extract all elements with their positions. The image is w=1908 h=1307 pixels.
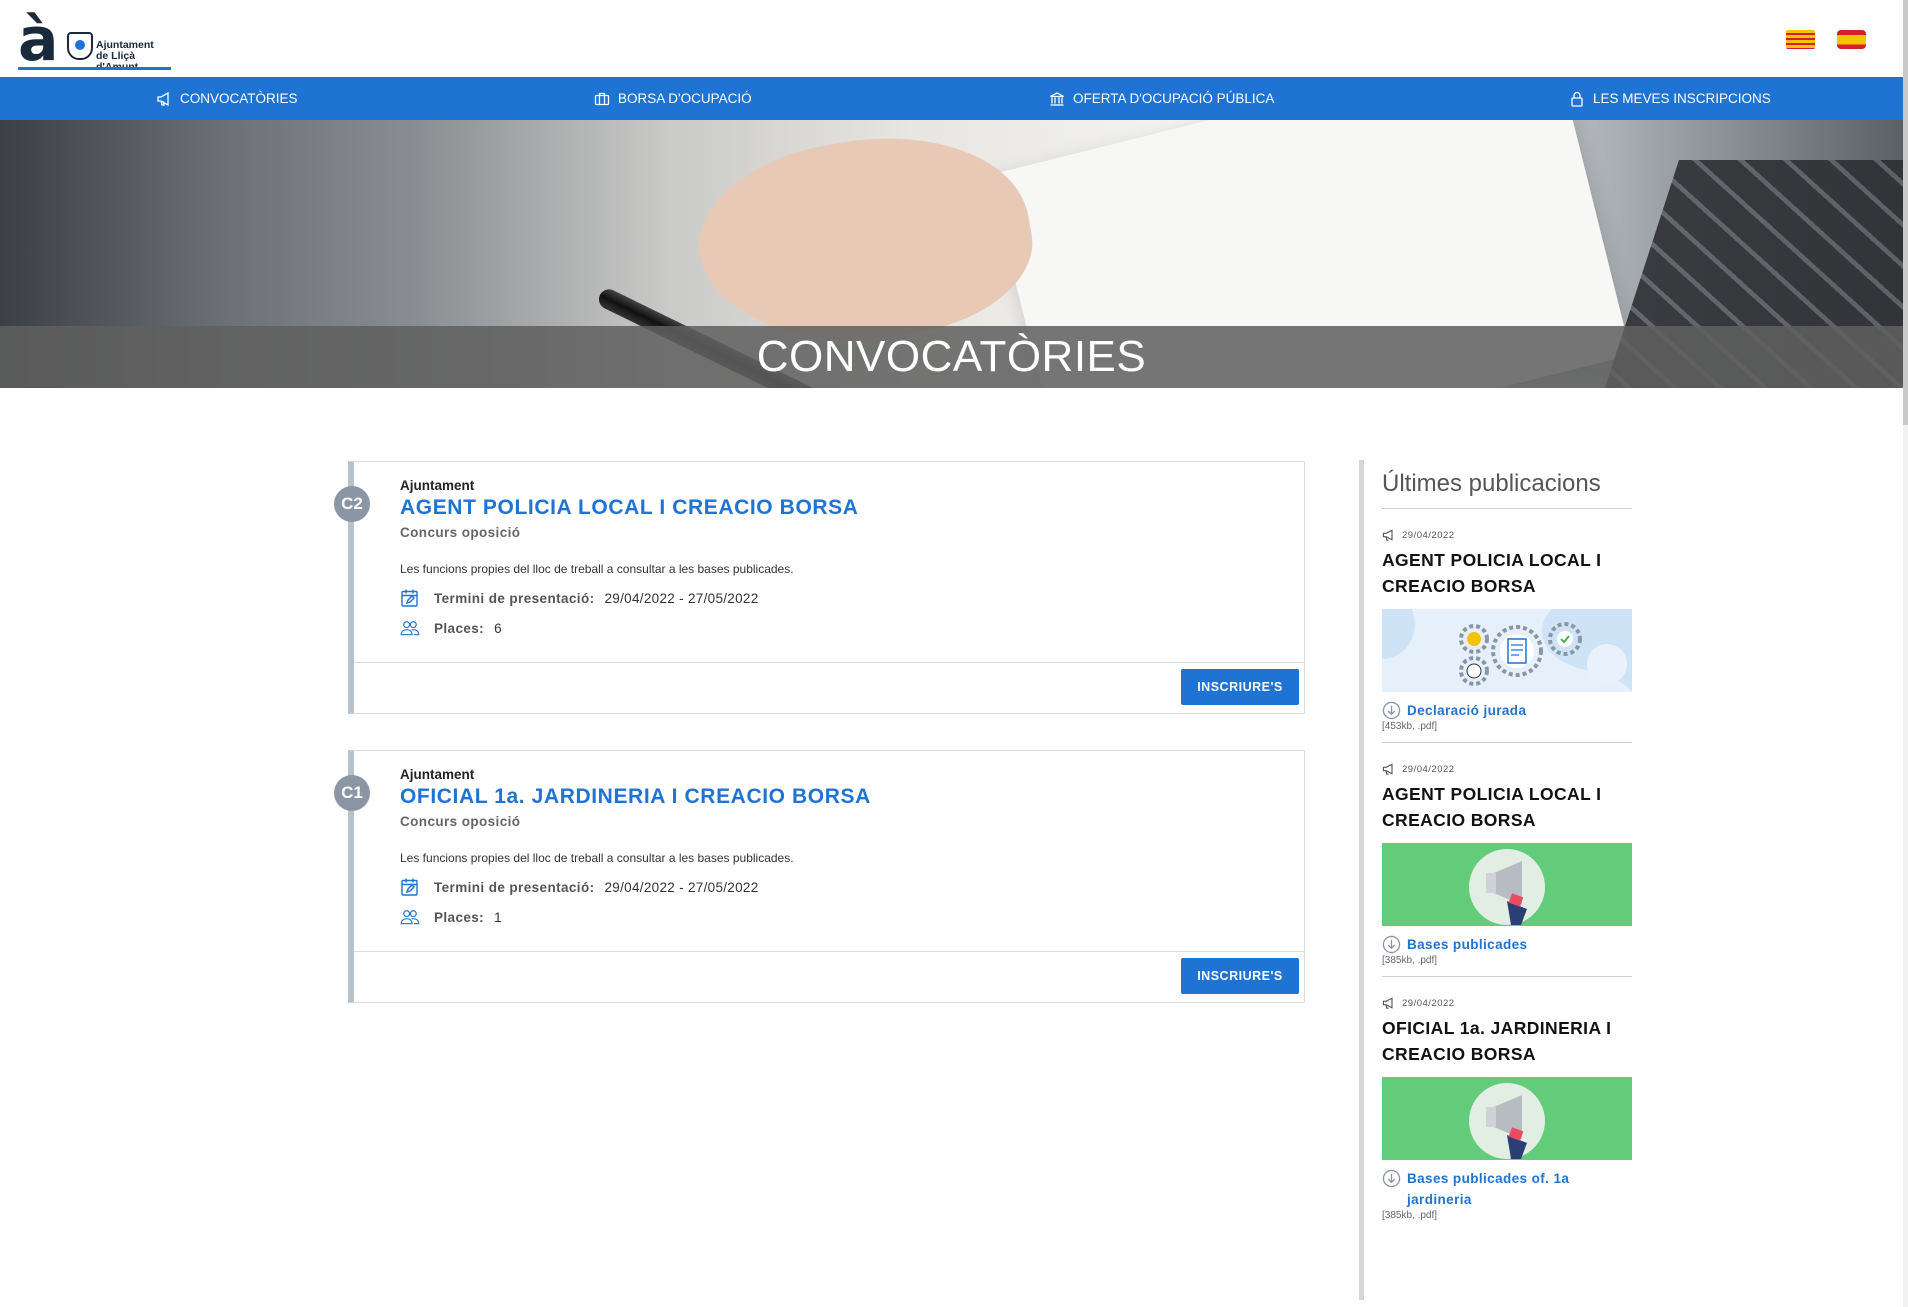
- page-scrollbar[interactable]: [1903, 0, 1908, 1307]
- download-circle-icon: [1382, 1169, 1401, 1188]
- publication-title[interactable]: AGENT POLICIA LOCAL I CREACIO BORSA: [1382, 547, 1632, 599]
- places-row: Places: 6: [400, 618, 1304, 638]
- convocatoria-description: Les funcions propies del lloc de treball…: [400, 851, 794, 865]
- publication-title[interactable]: AGENT POLICIA LOCAL I CREACIO BORSA: [1382, 781, 1632, 833]
- catalan-flag-icon[interactable]: [1786, 30, 1815, 49]
- file-size: [385kb, .pdf]: [1382, 1210, 1438, 1221]
- download-label: Bases publicades of. 1a jardineria: [1407, 1171, 1570, 1207]
- megaphone-icon: [157, 91, 169, 106]
- places-label: Places:: [434, 909, 485, 925]
- convocatoria-title[interactable]: OFICIAL 1a. JARDINERIA I CREACIO BORSA: [400, 785, 1304, 809]
- organization-label: Ajuntament: [400, 478, 475, 493]
- site-logo[interactable]: à Ajuntament de Lliçà d'Amunt: [18, 5, 178, 75]
- spanish-flag-icon[interactable]: [1837, 30, 1866, 49]
- institution-icon: [1050, 91, 1064, 106]
- nav-item-inscripcions[interactable]: LES MEVES INSCRIPCIONS: [1569, 77, 1771, 120]
- publication-item: 29/04/2022 AGENT POLICIA LOCAL I CREACIO…: [1382, 529, 1632, 743]
- nav-item-label: CONVOCATÒRIES: [180, 91, 298, 106]
- publication-date: 29/04/2022: [1402, 763, 1455, 775]
- main-nav: CONVOCATÒRIES BORSA D'OCUPACIÓ OFERTA D'…: [0, 77, 1903, 120]
- megaphone-icon: [1382, 529, 1393, 541]
- publication-item: 29/04/2022 OFICIAL 1a. JARDINERIA I CREA…: [1382, 997, 1632, 1231]
- latest-publications-sidebar: Últimes publicacions 29/04/2022 AGENT PO…: [1359, 460, 1632, 1300]
- organization-label: Ajuntament: [400, 767, 475, 782]
- users-icon: [400, 621, 420, 636]
- nav-item-oferta[interactable]: OFERTA D'OCUPACIÓ PÚBLICA: [1049, 77, 1274, 120]
- download-label: Bases publicades: [1407, 937, 1528, 952]
- convocatoria-title[interactable]: AGENT POLICIA LOCAL I CREACIO BORSA: [400, 496, 1304, 520]
- deadline-label: Termini de presentació:: [434, 879, 595, 895]
- calendar-edit-icon: [401, 589, 418, 607]
- download-link[interactable]: Bases publicades of. 1a jardineria: [1382, 1168, 1632, 1210]
- scrollbar-thumb[interactable]: [1903, 0, 1908, 425]
- card-footer: INSCRIURE'S: [354, 951, 1304, 1002]
- publication-date: 29/04/2022: [1402, 529, 1455, 541]
- inscriure-button[interactable]: INSCRIURE'S: [1181, 958, 1299, 994]
- publication-date-row: 29/04/2022: [1382, 529, 1632, 541]
- megaphone-icon: [1382, 763, 1393, 775]
- coat-of-arms-icon: [67, 32, 93, 60]
- download-circle-icon: [1382, 701, 1401, 720]
- nav-item-borsa[interactable]: BORSA D'OCUPACIÓ: [594, 77, 752, 120]
- inscriure-button[interactable]: INSCRIURE'S: [1181, 669, 1299, 705]
- megaphone-icon: [1382, 997, 1393, 1009]
- hero-title: CONVOCATÒRIES: [756, 332, 1147, 381]
- logo-letter-icon: à: [18, 5, 59, 75]
- places-value: 1: [494, 909, 502, 925]
- megaphone-illustration: [1382, 1077, 1632, 1160]
- calendar-edit-icon: [401, 878, 418, 896]
- card-footer: INSCRIURE'S: [354, 662, 1304, 713]
- places-row: Places: 1: [400, 907, 1304, 927]
- hero-banner: CONVOCATÒRIES: [0, 120, 1903, 388]
- logo-underline: [18, 67, 171, 70]
- publication-date-row: 29/04/2022: [1382, 763, 1632, 775]
- deadline-row: Termini de presentació: 29/04/2022 - 27/…: [400, 588, 1304, 608]
- nav-item-label: OFERTA D'OCUPACIÓ PÚBLICA: [1073, 91, 1275, 106]
- megaphone-illustration-icon: [1469, 1083, 1545, 1159]
- briefcase-icon: [594, 92, 610, 105]
- deadline-value: 29/04/2022 - 27/05/2022: [604, 879, 759, 895]
- lock-icon: [1571, 91, 1583, 107]
- deadline-row: Termini de presentació: 29/04/2022 - 27/…: [400, 877, 1304, 897]
- publication-title[interactable]: OFICIAL 1a. JARDINERIA I CREACIO BORSA: [1382, 1015, 1632, 1067]
- download-link[interactable]: Bases publicades: [1382, 934, 1632, 955]
- sidebar-heading: Últimes publicacions: [1382, 460, 1632, 509]
- gears-document-illustration: [1382, 609, 1632, 692]
- download-circle-icon: [1382, 935, 1401, 954]
- convocatoria-type: Concurs oposició: [400, 814, 521, 829]
- users-icon: [400, 910, 420, 925]
- publication-date: 29/04/2022: [1402, 997, 1455, 1009]
- convocatoria-card: C2 Ajuntament AGENT POLICIA LOCAL I CREA…: [334, 461, 1305, 714]
- places-value: 6: [494, 620, 502, 636]
- megaphone-illustration: [1382, 843, 1632, 926]
- download-label: Declaració jurada: [1407, 703, 1527, 718]
- site-header: à Ajuntament de Lliçà d'Amunt: [0, 0, 1903, 77]
- nav-item-label: BORSA D'OCUPACIÓ: [618, 91, 752, 106]
- convocatoria-type: Concurs oposició: [400, 525, 521, 540]
- convocatoria-card: C1 Ajuntament OFICIAL 1a. JARDINERIA I C…: [334, 750, 1305, 1003]
- file-size: [453kb, .pdf]: [1382, 721, 1438, 732]
- nav-item-convocatories[interactable]: CONVOCATÒRIES: [156, 77, 298, 120]
- gears-illustration-icon: [1382, 609, 1632, 692]
- publication-item: 29/04/2022 AGENT POLICIA LOCAL I CREACIO…: [1382, 763, 1632, 977]
- megaphone-illustration-icon: [1469, 849, 1545, 925]
- deadline-label: Termini de presentació:: [434, 590, 595, 606]
- nav-item-label: LES MEVES INSCRIPCIONS: [1593, 91, 1771, 106]
- convocatoria-description: Les funcions propies del lloc de treball…: [400, 562, 794, 576]
- deadline-value: 29/04/2022 - 27/05/2022: [604, 590, 759, 606]
- publication-date-row: 29/04/2022: [1382, 997, 1632, 1009]
- places-label: Places:: [434, 620, 485, 636]
- download-link[interactable]: Declaració jurada: [1382, 700, 1632, 721]
- file-size: [385kb, .pdf]: [1382, 955, 1438, 966]
